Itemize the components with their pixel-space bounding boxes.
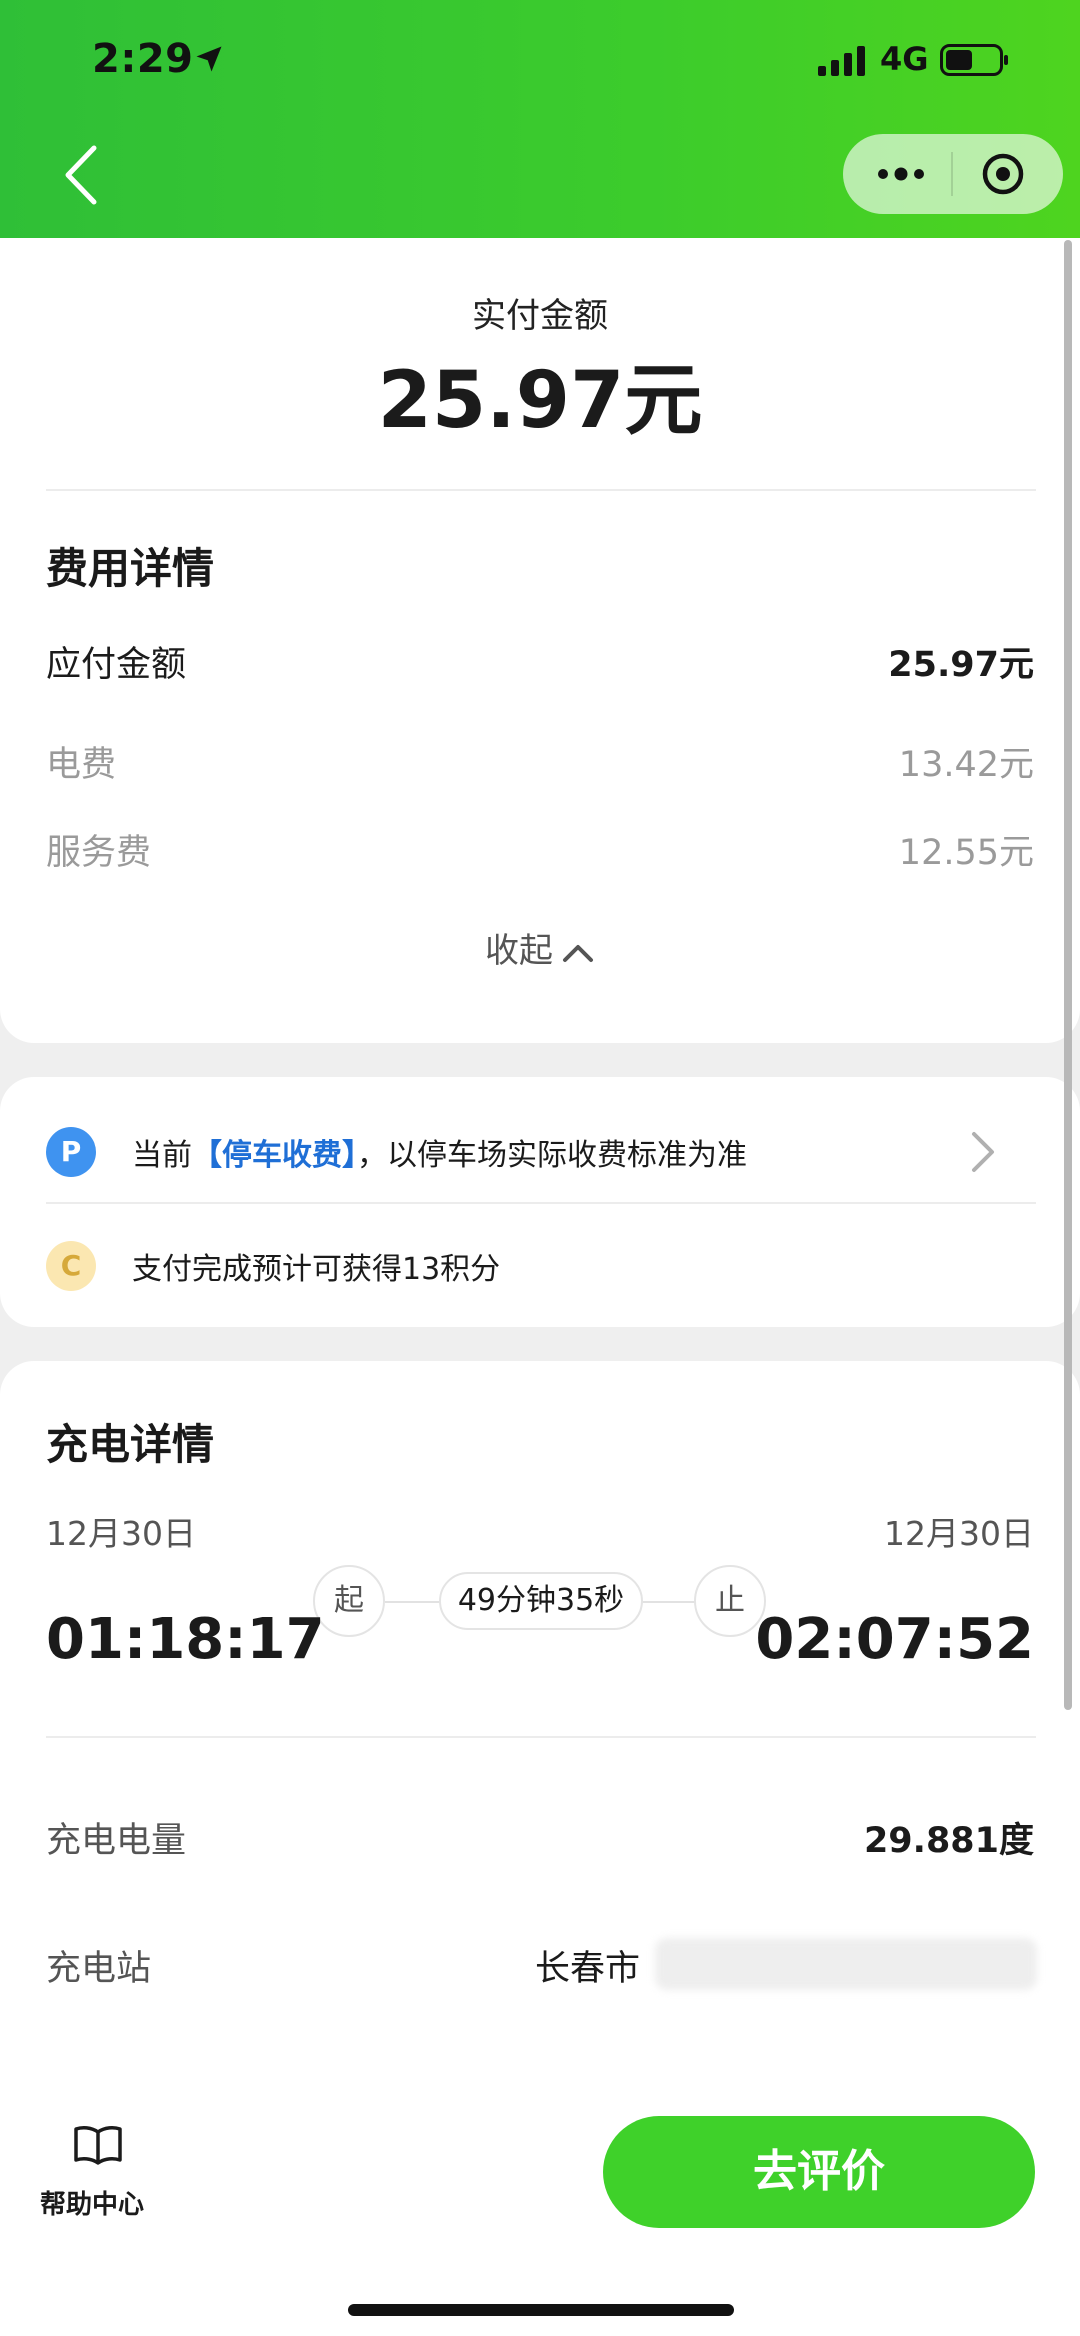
chevron-right-icon xyxy=(972,1132,994,1172)
paid-amount-label: 实付金额 xyxy=(472,296,608,336)
collapse-toggle[interactable]: 收起 xyxy=(0,923,1080,972)
signal-icon xyxy=(818,46,865,76)
back-arrow-icon[interactable] xyxy=(56,140,106,210)
home-indicator xyxy=(348,2304,734,2316)
station-value: 长春市 xyxy=(534,1949,640,1989)
station-label: 充电站 xyxy=(46,1949,152,1989)
service-fee-label: 服务费 xyxy=(46,833,152,873)
start-time: 01:18:17 xyxy=(46,1607,325,1672)
top-header: 2:29 4G xyxy=(0,0,1080,238)
miniprogram-capsule xyxy=(843,134,1063,214)
charging-details-title: 充电详情 xyxy=(46,1420,215,1469)
divider xyxy=(46,1202,1036,1204)
duration-pill: 49分钟35秒 xyxy=(439,1572,643,1630)
collapse-label: 收起 xyxy=(485,931,553,971)
book-icon xyxy=(74,2126,122,2165)
bottom-action-bar: 帮助中心 去评价 xyxy=(0,2086,1080,2336)
parking-notice-text: 当前【停车收费】，以停车场实际收费标准为准 xyxy=(132,1138,747,1173)
redacted-station-name xyxy=(655,1938,1037,1990)
payable-value: 25.97元 xyxy=(888,645,1034,685)
service-fee-value: 12.55元 xyxy=(898,833,1034,873)
more-dots-icon[interactable] xyxy=(873,156,929,192)
parking-badge: P xyxy=(46,1127,96,1177)
paid-amount: 25.97元 xyxy=(377,356,703,446)
scrollbar[interactable] xyxy=(1064,240,1072,1710)
parking-fee-link: 【停车收费】 xyxy=(192,1138,357,1173)
help-center-label: 帮助中心 xyxy=(40,2190,145,2220)
fee-details-title: 费用详情 xyxy=(46,544,215,593)
energy-label: 充电电量 xyxy=(46,1821,187,1861)
energy-value: 29.881度 xyxy=(863,1821,1034,1861)
end-time: 02:07:52 xyxy=(755,1607,1034,1672)
end-date: 12月30日 xyxy=(884,1514,1034,1553)
location-arrow-icon xyxy=(196,46,222,72)
payable-label: 应付金额 xyxy=(46,645,187,685)
charging-card: 充电详情 12月30日 12月30日 起 49分钟35秒 止 01:18:17 … xyxy=(0,1361,1080,2101)
close-target-icon[interactable] xyxy=(981,152,1025,196)
points-badge: C xyxy=(46,1241,96,1291)
electricity-fee-value: 13.42元 xyxy=(898,745,1034,785)
fee-card: 实付金额 25.97元 费用详情 应付金额 25.97元 电费 13.42元 服… xyxy=(0,238,1080,1043)
start-date: 12月30日 xyxy=(46,1514,196,1553)
timeline-line xyxy=(385,1601,441,1603)
status-time: 2:29 xyxy=(92,36,194,82)
review-button[interactable]: 去评价 xyxy=(603,2116,1035,2228)
divider xyxy=(46,489,1036,491)
points-notice-text: 支付完成预计可获得13积分 xyxy=(132,1252,501,1287)
network-label: 4G xyxy=(880,40,929,78)
battery-icon xyxy=(940,44,1008,76)
capsule-divider xyxy=(951,152,953,196)
timeline-line xyxy=(640,1601,696,1603)
divider xyxy=(46,1736,1036,1738)
chevron-up-icon xyxy=(563,944,593,962)
notice-card: P 当前【停车收费】，以停车场实际收费标准为准 C 支付完成预计可获得13积分 xyxy=(0,1077,1080,1327)
electricity-fee-label: 电费 xyxy=(46,745,117,785)
